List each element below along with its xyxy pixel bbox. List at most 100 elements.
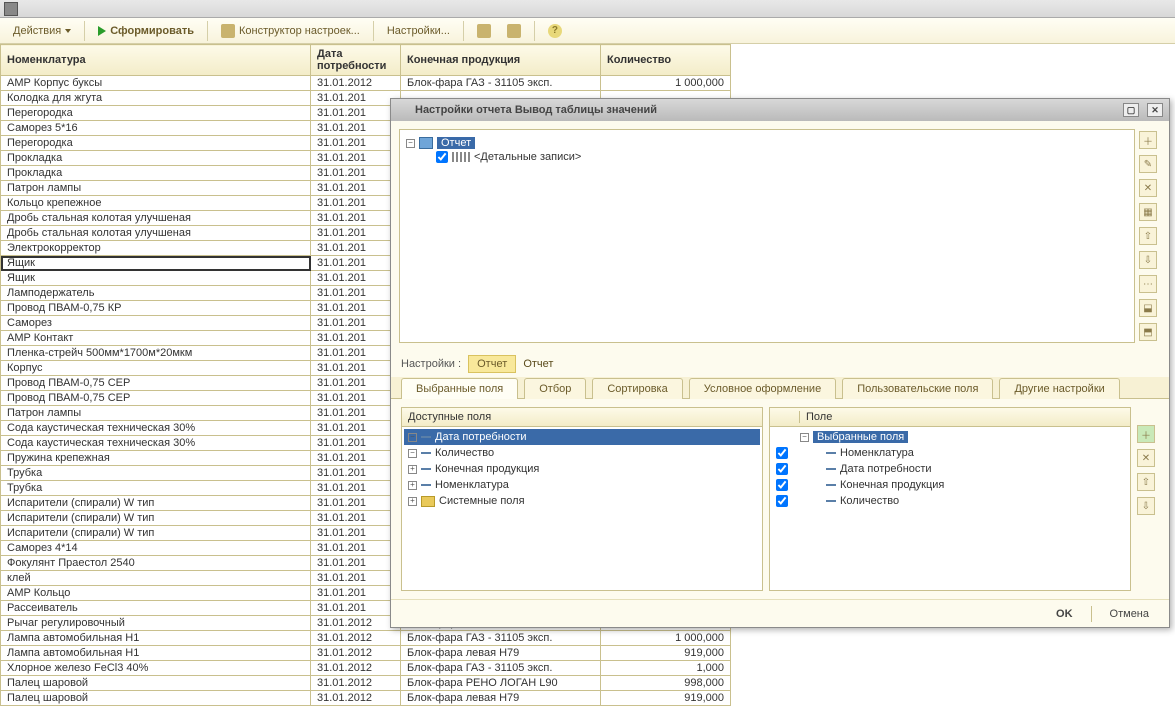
cell[interactable]: Испарители (спирали) W тип	[1, 511, 311, 526]
col-nomenclature[interactable]: Номенклатура	[1, 45, 311, 76]
cell[interactable]: Прокладка	[1, 151, 311, 166]
tool-icon-1[interactable]	[470, 21, 498, 41]
cell[interactable]: 31.01.201	[311, 541, 401, 556]
selected-field[interactable]: Конечная продукция	[772, 477, 1128, 493]
cell[interactable]: Корпус	[1, 361, 311, 376]
table-row[interactable]: Лампа автомобильная H131.01.2012Блок-фар…	[1, 631, 731, 646]
cell[interactable]: Ящик	[1, 256, 311, 271]
selected-fields-panel[interactable]: Поле −Выбранные поляНоменклатураДата пот…	[769, 407, 1131, 591]
cell[interactable]: Кольцо крепежное	[1, 196, 311, 211]
cell[interactable]: AMP Контакт	[1, 331, 311, 346]
cell[interactable]: 31.01.201	[311, 601, 401, 616]
expander-icon[interactable]: −	[408, 433, 417, 442]
table-row[interactable]: Лампа автомобильная H131.01.2012Блок-фар…	[1, 646, 731, 661]
edit-button[interactable]: ✎	[1139, 155, 1157, 173]
move-down-button[interactable]: ⇩	[1139, 251, 1157, 269]
cell[interactable]: 31.01.2012	[311, 646, 401, 661]
available-field[interactable]: +Системные поля	[404, 493, 760, 509]
cell[interactable]: AMP Кольцо	[1, 586, 311, 601]
cell[interactable]: Испарители (спирали) W тип	[1, 496, 311, 511]
tab[interactable]: Отбор	[524, 378, 586, 399]
cell[interactable]: Сода каустическая техническая 30%	[1, 421, 311, 436]
cell[interactable]: 31.01.201	[311, 106, 401, 121]
dialog-title-bar[interactable]: Настройки отчета Вывод таблицы значений …	[391, 99, 1169, 121]
tool-icon-2[interactable]	[500, 21, 528, 41]
path-link[interactable]: Отчет	[523, 358, 553, 370]
cell[interactable]: Лампа автомобильная H1	[1, 646, 311, 661]
cell[interactable]: 31.01.201	[311, 556, 401, 571]
cell[interactable]: Палец шаровой	[1, 691, 311, 706]
cell[interactable]: Блок-фара РЕНО ЛОГАН L90	[401, 676, 601, 691]
save-button[interactable]: ⬒	[1139, 323, 1157, 341]
col-product[interactable]: Конечная продукция	[401, 45, 601, 76]
table-row[interactable]: Палец шаровой31.01.2012Блок-фара РЕНО ЛО…	[1, 676, 731, 691]
cell[interactable]: 31.01.201	[311, 121, 401, 136]
cell[interactable]: Трубка	[1, 466, 311, 481]
cell[interactable]: Прокладка	[1, 166, 311, 181]
cell[interactable]: 31.01.201	[311, 271, 401, 286]
selected-root[interactable]: −Выбранные поля	[772, 429, 1128, 445]
group-button[interactable]: ▦	[1139, 203, 1157, 221]
ok-button[interactable]: OK	[1046, 606, 1083, 622]
cell[interactable]: 31.01.2012	[311, 661, 401, 676]
add-field-button[interactable]: ＋	[1137, 425, 1155, 443]
cell[interactable]: 1,000	[601, 661, 731, 676]
cell[interactable]: 31.01.201	[311, 136, 401, 151]
actions-menu[interactable]: Действия	[6, 22, 78, 40]
cell[interactable]: AMP Корпус буксы	[1, 76, 311, 91]
cell[interactable]: Дробь стальная колотая улучшеная	[1, 211, 311, 226]
expander-icon[interactable]: −	[406, 139, 415, 148]
maximize-button[interactable]: ▢	[1123, 103, 1139, 117]
cell[interactable]: Патрон лампы	[1, 406, 311, 421]
cancel-button[interactable]: Отмена	[1100, 606, 1159, 622]
col-quantity[interactable]: Количество	[601, 45, 731, 76]
tab[interactable]: Другие настройки	[999, 378, 1119, 399]
tab[interactable]: Пользовательские поля	[842, 378, 993, 399]
table-row[interactable]: Хлорное железо FeCl3 40%31.01.2012Блок-ф…	[1, 661, 731, 676]
cell[interactable]: Перегородка	[1, 106, 311, 121]
cell[interactable]: 919,000	[601, 646, 731, 661]
path-chip[interactable]: Отчет	[468, 355, 516, 373]
cell[interactable]: 31.01.201	[311, 496, 401, 511]
available-field[interactable]: −Количество	[404, 445, 760, 461]
cell[interactable]: 31.01.201	[311, 586, 401, 601]
field-checkbox[interactable]	[776, 495, 788, 507]
expander-icon[interactable]: +	[408, 497, 417, 506]
cell[interactable]: 31.01.201	[311, 346, 401, 361]
cell[interactable]: 31.01.201	[311, 466, 401, 481]
cell[interactable]: 31.01.201	[311, 571, 401, 586]
cell[interactable]: 31.01.2012	[311, 631, 401, 646]
cell[interactable]: Рассеиватель	[1, 601, 311, 616]
cell[interactable]: Провод ПВАМ-0,75 СЕР	[1, 376, 311, 391]
cell[interactable]: 31.01.201	[311, 391, 401, 406]
cell[interactable]: 31.01.201	[311, 241, 401, 256]
cell[interactable]: 31.01.2012	[311, 691, 401, 706]
help-button[interactable]: ?	[541, 21, 569, 41]
designer-button[interactable]: Конструктор настроек...	[214, 21, 367, 41]
tree-root[interactable]: Отчет	[437, 137, 475, 149]
table-row[interactable]: AMP Корпус буксы31.01.2012Блок-фара ГАЗ …	[1, 76, 731, 91]
cell[interactable]: 31.01.201	[311, 511, 401, 526]
cell[interactable]: Провод ПВАМ-0,75 КР	[1, 301, 311, 316]
tab[interactable]: Сортировка	[592, 378, 682, 399]
cell[interactable]: Блок-фара ГАЗ - 31105 эксп.	[401, 76, 601, 91]
cell[interactable]: Саморез 5*16	[1, 121, 311, 136]
table-row[interactable]: Палец шаровой31.01.2012Блок-фара левая H…	[1, 691, 731, 706]
cell[interactable]: Сода каустическая техническая 30%	[1, 436, 311, 451]
cell[interactable]: 31.01.2012	[311, 76, 401, 91]
cell[interactable]: Хлорное железо FeCl3 40%	[1, 661, 311, 676]
cell[interactable]: 31.01.201	[311, 211, 401, 226]
cell[interactable]: 31.01.201	[311, 256, 401, 271]
cell[interactable]: Электрокорректор	[1, 241, 311, 256]
cell[interactable]: Блок-фара левая H79	[401, 646, 601, 661]
field-down-button[interactable]: ⇩	[1137, 497, 1155, 515]
cell[interactable]: Лампа автомобильная H1	[1, 631, 311, 646]
tab[interactable]: Выбранные поля	[401, 378, 518, 399]
selected-field[interactable]: Номенклатура	[772, 445, 1128, 461]
cell[interactable]: Блок-фара ГАЗ - 31105 эксп.	[401, 631, 601, 646]
selected-field[interactable]: Дата потребности	[772, 461, 1128, 477]
field-checkbox[interactable]	[776, 463, 788, 475]
cell[interactable]: 31.01.201	[311, 166, 401, 181]
cell[interactable]: 31.01.2012	[311, 676, 401, 691]
field-up-button[interactable]: ⇧	[1137, 473, 1155, 491]
